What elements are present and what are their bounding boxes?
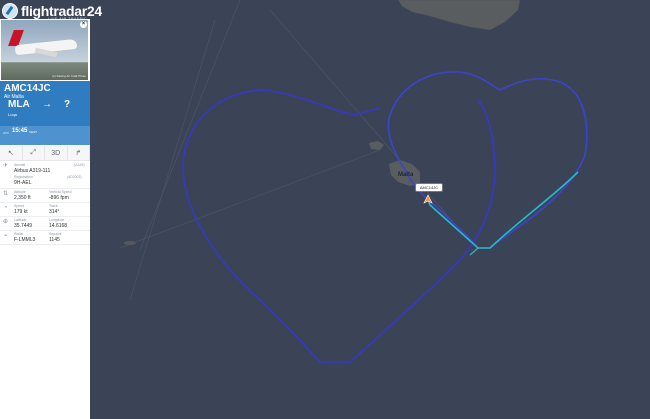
- close-icon[interactable]: ×: [80, 21, 87, 28]
- radar-icon: ⌁: [3, 233, 8, 239]
- expand-icon[interactable]: ⤢: [23, 146, 45, 160]
- atd-label: ATD: [3, 131, 9, 135]
- atd-timezone: CEST: [29, 130, 38, 134]
- panel-toolbar: ↖ ⤢ 3D ↱: [0, 146, 90, 161]
- aircraft-type: Airbus A319-111: [14, 168, 51, 174]
- radar-row: ⌁ Radar F-LMML3 Squawk 1145: [0, 231, 90, 245]
- origin-code: MLA: [8, 99, 30, 110]
- position-row: ⊕ Latitude 35.7449 Longitude 14.6168: [0, 217, 90, 231]
- route-icon[interactable]: ↖: [0, 146, 23, 160]
- latitude-value: 35.7449: [14, 223, 33, 229]
- aircraft-registration: 9H-AEL: [14, 180, 32, 186]
- flight-callsign: AMC14JC: [4, 83, 51, 94]
- speed-icon: ◔: [3, 205, 8, 211]
- flight-info-panel: (c) Facing Air Craft Photo × AMC14JC Air…: [0, 19, 90, 419]
- altitude-row: ⇅ Altitude 2,350 ft Vertical Speed -896 …: [0, 189, 90, 203]
- route-arrow-icon: →: [42, 99, 52, 110]
- small-island: [124, 241, 136, 245]
- plane-icon: ✈: [2, 163, 9, 169]
- atd-time: 15:45: [12, 128, 28, 134]
- squawk-value: 1145: [49, 237, 60, 243]
- destination-code: ?: [64, 99, 71, 110]
- longitude-value: 14.6168: [49, 223, 68, 229]
- altitude-value: 2,350 ft: [14, 195, 31, 201]
- flight-header: AMC14JC Air Malta MLA → ? Luqa ATD 15:45…: [0, 81, 90, 145]
- origin-city: Luqa: [8, 112, 17, 117]
- photo-credit: (c) Facing Air Craft Photo: [52, 74, 86, 78]
- radar-value: F-LMML3: [14, 237, 36, 243]
- aircraft-photo[interactable]: (c) Facing Air Craft Photo: [1, 20, 88, 80]
- speed-row: ◔ Speed 179 kt Track 314°: [0, 203, 90, 217]
- altitude-icon: ⇅: [2, 191, 9, 197]
- map-canvas[interactable]: [0, 0, 650, 419]
- map-label-malta: Malta: [398, 172, 414, 178]
- 3d-view-icon[interactable]: 3D: [45, 146, 68, 160]
- aircraft-row: ✈ Aircraft (A319) Airbus A319-111 Regist…: [0, 161, 90, 189]
- vertical-speed-value: -896 fpm: [49, 195, 69, 201]
- share-icon[interactable]: ↱: [68, 146, 90, 160]
- radar-logo-icon: [2, 3, 18, 19]
- speed-value: 179 kt: [14, 209, 28, 215]
- flight-callsign-tag[interactable]: AMC14JC: [415, 183, 443, 192]
- location-icon: ⊕: [2, 219, 9, 225]
- track-value: 314°: [49, 209, 60, 215]
- app-logo[interactable]: flightradar24 LIVE AIR TRAFFIC: [2, 2, 102, 21]
